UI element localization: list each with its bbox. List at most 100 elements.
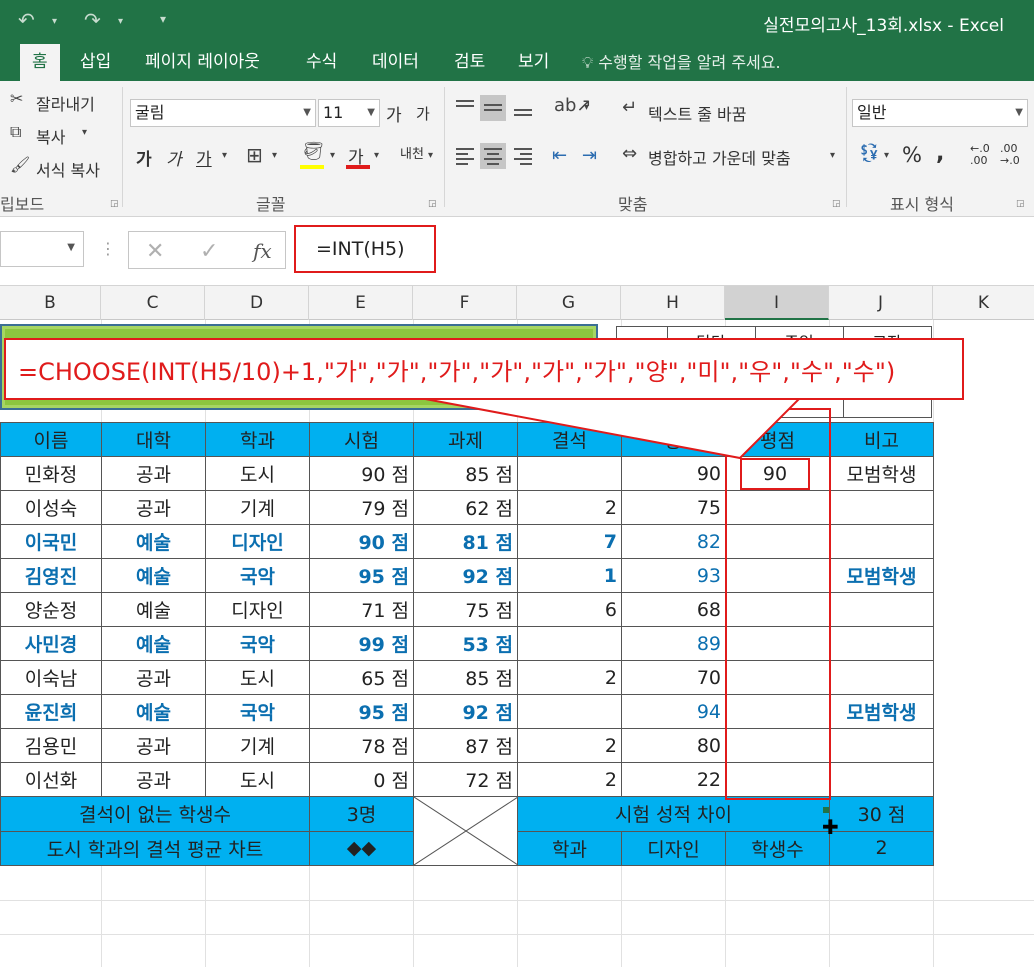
column-header-cell[interactable]: 과제 (413, 422, 518, 457)
phonetic-dropdown-icon[interactable]: ▾ (428, 151, 433, 161)
align-right-icon[interactable] (510, 143, 536, 169)
cell-total[interactable]: 68 (621, 592, 726, 627)
cell-name[interactable]: 이선화 (0, 762, 102, 797)
cell-exam[interactable]: 95 점 (309, 694, 414, 729)
cell-total[interactable]: 80 (621, 728, 726, 763)
align-bottom-icon[interactable] (510, 95, 536, 121)
dept-label-cell[interactable]: 학과 (517, 830, 622, 866)
cell-exam[interactable]: 95 점 (309, 558, 414, 593)
cell-absence[interactable]: 2 (517, 728, 622, 763)
increase-decimal-button[interactable]: ←.0 .00 (970, 143, 998, 167)
comma-button[interactable]: , (936, 141, 944, 166)
cell-exam[interactable]: 0 점 (309, 762, 414, 797)
cell-college[interactable]: 예술 (101, 524, 206, 559)
cell-college[interactable]: 공과 (101, 456, 206, 491)
undo-dropdown-icon[interactable]: ▾ (52, 16, 57, 27)
font-color-dropdown-icon[interactable]: ▾ (374, 151, 379, 161)
cell-exam[interactable]: 78 점 (309, 728, 414, 763)
fill-dropdown-icon[interactable]: ▾ (330, 151, 335, 161)
dept-value-cell[interactable]: 디자인 (621, 830, 726, 866)
cell-note[interactable] (829, 626, 934, 661)
cell-assignment[interactable]: 81 점 (413, 524, 518, 559)
active-cell-i5[interactable]: 90 (740, 458, 810, 490)
column-header-k[interactable]: K (933, 286, 1034, 320)
bold-button[interactable]: 가 (136, 145, 152, 170)
format-painter-button[interactable]: 서식 복사 (36, 157, 100, 181)
align-center-icon[interactable] (480, 143, 506, 169)
cell-total[interactable]: 94 (621, 694, 726, 729)
tell-me-box[interactable]: 💡︎ 수행할 작업을 알려 주세요. (582, 44, 781, 81)
cell-exam[interactable]: 79 점 (309, 490, 414, 525)
cell-exam[interactable]: 90 점 (309, 524, 414, 559)
alignment-launcher-icon[interactable]: ◲ (832, 199, 841, 209)
cell-exam[interactable]: 90 점 (309, 456, 414, 491)
cell-total[interactable]: 22 (621, 762, 726, 797)
cell-name[interactable]: 양순정 (0, 592, 102, 627)
tab-review[interactable]: 검토 (442, 44, 497, 81)
more-options-icon[interactable]: ⋮ (100, 241, 116, 257)
grow-font-button[interactable]: 가 (386, 101, 402, 126)
column-header-f[interactable]: F (413, 286, 517, 320)
cell-college[interactable]: 공과 (101, 660, 206, 695)
cell-dept[interactable]: 도시 (205, 762, 310, 797)
cell-note[interactable] (829, 524, 934, 559)
cell-absence[interactable] (517, 694, 622, 729)
cell-absence[interactable] (517, 626, 622, 661)
cell-exam[interactable]: 99 점 (309, 626, 414, 661)
cell-assignment[interactable]: 62 점 (413, 490, 518, 525)
formula-input[interactable]: =INT(H5) (294, 225, 436, 273)
cell-name[interactable]: 김영진 (0, 558, 102, 593)
customize-icon[interactable]: ▾ (160, 12, 166, 26)
cell-name[interactable]: 김용민 (0, 728, 102, 763)
copy-icon[interactable]: ⧉ (10, 124, 21, 140)
column-header-b[interactable]: B (0, 286, 101, 320)
cell-name[interactable]: 이성숙 (0, 490, 102, 525)
cell-dept[interactable]: 도시 (205, 456, 310, 491)
cell-note[interactable] (829, 728, 934, 763)
percent-button[interactable]: % (902, 143, 922, 167)
cell-college[interactable]: 예술 (101, 592, 206, 627)
tab-data[interactable]: 데이터 (360, 44, 431, 81)
cell-dept[interactable]: 국악 (205, 626, 310, 661)
cell-note[interactable] (829, 660, 934, 695)
cell-assignment[interactable]: 92 점 (413, 694, 518, 729)
chart-value-cell[interactable]: ◆◆ (309, 830, 414, 866)
decrease-decimal-button[interactable]: .00 →.0 (1000, 143, 1030, 167)
cell-assignment[interactable]: 75 점 (413, 592, 518, 627)
italic-button[interactable]: 가 (166, 145, 182, 170)
scissors-icon[interactable]: ✂ (10, 91, 23, 107)
tab-page-layout[interactable]: 페이지 레이아웃 (133, 44, 272, 81)
align-left-icon[interactable] (452, 143, 478, 169)
cell-name[interactable]: 윤진희 (0, 694, 102, 729)
tab-formulas[interactable]: 수식 (294, 44, 349, 81)
cell-college[interactable]: 공과 (101, 762, 206, 797)
cell-assignment[interactable]: 72 점 (413, 762, 518, 797)
cell-exam[interactable]: 71 점 (309, 592, 414, 627)
redo-icon[interactable]: ↷ (84, 8, 101, 32)
undo-icon[interactable]: ↶ (18, 8, 35, 32)
crossed-out-cell[interactable] (413, 796, 518, 866)
cell-name[interactable]: 사민경 (0, 626, 102, 661)
cancel-icon[interactable]: ✕ (146, 239, 164, 264)
align-top-icon[interactable] (452, 95, 478, 121)
border-icon[interactable]: ⊞ (246, 145, 263, 165)
align-middle-icon[interactable] (480, 95, 506, 121)
phonetic-button[interactable]: 내천 (400, 143, 424, 162)
cell-total[interactable]: 82 (621, 524, 726, 559)
shrink-font-button[interactable]: 가 (416, 103, 430, 124)
cell-assignment[interactable]: 85 점 (413, 660, 518, 695)
cell-college[interactable]: 공과 (101, 728, 206, 763)
cell-name[interactable]: 민화정 (0, 456, 102, 491)
cell-dept[interactable]: 디자인 (205, 524, 310, 559)
cell-absence[interactable]: 2 (517, 490, 622, 525)
column-header-cell[interactable]: 시험 (309, 422, 414, 457)
cell-absence[interactable] (517, 456, 622, 491)
cell-note[interactable] (829, 592, 934, 627)
tab-home[interactable]: 홈 (20, 44, 60, 81)
decrease-indent-icon[interactable]: ⇤ (552, 147, 567, 165)
cell-note[interactable] (829, 490, 934, 525)
count-label-cell[interactable]: 학생수 (725, 830, 830, 866)
column-header-cell[interactable]: 비고 (829, 422, 934, 457)
tab-insert[interactable]: 삽입 (68, 44, 123, 81)
cell-note[interactable]: 모범학생 (829, 456, 934, 491)
